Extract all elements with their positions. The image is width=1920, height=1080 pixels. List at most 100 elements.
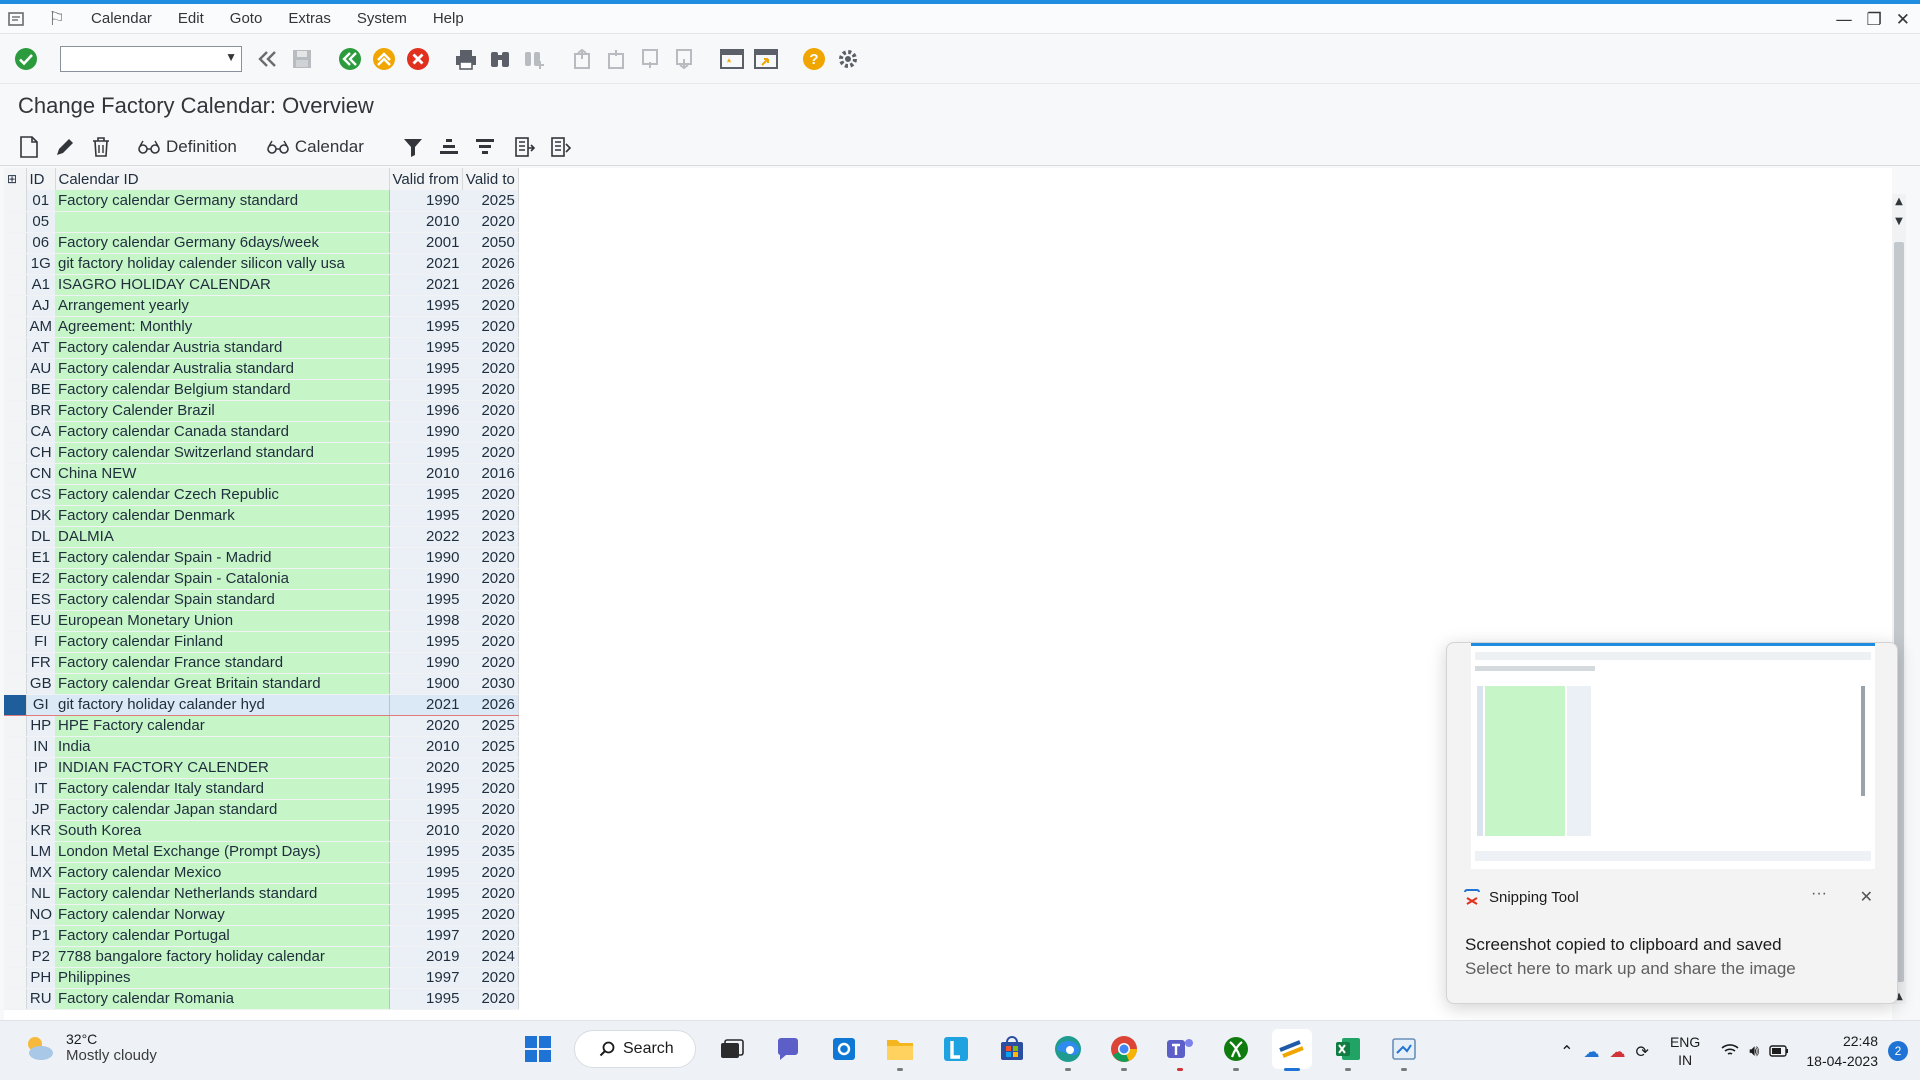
row-selector[interactable] — [4, 463, 27, 485]
table-row[interactable]: GI git factory holiday calander hyd 2021 20… — [4, 693, 519, 716]
table-row[interactable]: P1 Factory calendar Portugal 1997 2020 — [4, 925, 519, 947]
row-selector[interactable] — [4, 778, 27, 800]
cell-valid-from[interactable]: 1995 — [389, 316, 463, 338]
cell-calendar-name[interactable]: HPE Factory calendar — [55, 715, 390, 737]
cell-calendar-name[interactable]: Factory calendar Spain - Madrid — [55, 547, 390, 569]
cell-valid-to[interactable]: 2025 — [462, 190, 519, 212]
cell-calendar-name[interactable]: Factory calendar Netherlands standard — [55, 883, 390, 905]
table-row[interactable]: NL Factory calendar Netherlands standard 1… — [4, 883, 519, 905]
cell-valid-from[interactable]: 2019 — [389, 946, 463, 968]
row-selector[interactable] — [4, 232, 27, 254]
more-options-icon[interactable]: ··· — [1811, 885, 1827, 903]
row-selector[interactable] — [4, 337, 27, 359]
cell-valid-to[interactable]: 2020 — [462, 631, 519, 653]
table-row[interactable]: AJ Arrangement yearly 1995 2020 — [4, 295, 519, 317]
row-selector[interactable] — [4, 757, 27, 779]
row-selector[interactable] — [4, 484, 27, 506]
table-row[interactable]: EU European Monetary Union 1998 2020 — [4, 610, 519, 632]
layout-icon[interactable] — [548, 134, 574, 160]
row-selector[interactable] — [4, 862, 27, 884]
scroll-down-icon[interactable]: ▼ — [1892, 216, 1906, 227]
cell-valid-from[interactable]: 1995 — [389, 484, 463, 506]
cell-calendar-name[interactable]: Factory calendar Japan standard — [55, 799, 390, 821]
cell-valid-from[interactable]: 1990 — [389, 421, 463, 443]
table-row[interactable]: AU Factory calendar Australia standard 199… — [4, 358, 519, 380]
table-row[interactable]: RU Factory calendar Romania 1995 2020 — [4, 988, 519, 1010]
cell-calendar-name[interactable]: Factory calendar Australia standard — [55, 358, 390, 380]
cell-valid-from[interactable]: 2010 — [389, 463, 463, 485]
row-selector[interactable] — [4, 610, 27, 632]
print-icon[interactable] — [452, 45, 480, 73]
cell-valid-from[interactable]: 1996 — [389, 400, 463, 422]
cell-valid-to[interactable]: 2023 — [462, 526, 519, 548]
menu-extras[interactable]: Extras — [288, 10, 331, 27]
table-row[interactable]: IT Factory calendar Italy standard 1995 202… — [4, 778, 519, 800]
cell-valid-to[interactable]: 2025 — [462, 736, 519, 758]
cell-calendar-name[interactable]: Factory calendar Finland — [55, 631, 390, 653]
menu-goto[interactable]: Goto — [230, 10, 263, 27]
battery-icon[interactable] — [1769, 1042, 1789, 1061]
cell-valid-to[interactable]: 2020 — [462, 358, 519, 380]
cell-valid-to[interactable]: 2050 — [462, 232, 519, 254]
cell-valid-to[interactable]: 2020 — [462, 316, 519, 338]
cell-valid-to[interactable]: 2016 — [462, 463, 519, 485]
table-row[interactable]: 1G git factory holiday calender silicon v… — [4, 253, 519, 275]
cell-valid-from[interactable]: 1995 — [389, 442, 463, 464]
cell-valid-from[interactable]: 1995 — [389, 337, 463, 359]
row-selector[interactable] — [4, 379, 27, 401]
previous-page-icon[interactable] — [602, 45, 630, 73]
help-icon[interactable]: ? — [800, 45, 828, 73]
cell-calendar-name[interactable]: INDIAN FACTORY CALENDER — [55, 757, 390, 779]
table-row[interactable]: MX Factory calendar Mexico 1995 2020 — [4, 862, 519, 884]
row-selector[interactable] — [4, 295, 27, 317]
cell-calendar-name[interactable]: London Metal Exchange (Prompt Days) — [55, 841, 390, 863]
cell-calendar-name[interactable]: Factory calendar Romania — [55, 988, 390, 1010]
cell-id[interactable]: IP — [26, 757, 55, 779]
row-selector[interactable] — [4, 316, 27, 338]
table-row[interactable]: 01 Factory calendar Germany standard 1990 2… — [4, 190, 519, 212]
task-view-button[interactable] — [712, 1029, 752, 1069]
cell-calendar-name[interactable]: Philippines — [55, 967, 390, 989]
cell-calendar-name[interactable]: 7788 bangalore factory holiday calendar — [55, 946, 390, 968]
cell-valid-from[interactable]: 1995 — [389, 358, 463, 380]
col-header-valid-to[interactable]: Valid to — [462, 168, 519, 190]
cell-id[interactable]: HP — [26, 715, 55, 737]
cell-valid-from[interactable]: 2020 — [389, 715, 463, 737]
volume-icon[interactable]: 🔊︎ — [1749, 1041, 1759, 1061]
scroll-up-icon[interactable]: ▲ — [1892, 196, 1906, 207]
row-selector[interactable] — [4, 526, 27, 548]
cell-valid-to[interactable]: 2026 — [462, 693, 519, 716]
cell-valid-to[interactable]: 2035 — [462, 841, 519, 863]
cell-valid-to[interactable]: 2020 — [462, 211, 519, 233]
cell-valid-to[interactable]: 2020 — [462, 967, 519, 989]
exit-icon[interactable] — [370, 45, 398, 73]
table-row[interactable]: FR Factory calendar France standard 1990 20… — [4, 652, 519, 674]
cell-calendar-name[interactable]: Arrangement yearly — [55, 295, 390, 317]
command-field[interactable]: ▼ — [60, 45, 242, 72]
cell-valid-from[interactable]: 2010 — [389, 211, 463, 233]
minimize-icon[interactable]: — — [1836, 10, 1853, 30]
cell-id[interactable]: MX — [26, 862, 55, 884]
cell-id[interactable]: BR — [26, 400, 55, 422]
table-row[interactable]: CA Factory calendar Canada standard 1990 20… — [4, 421, 519, 443]
cell-valid-from[interactable]: 2020 — [389, 757, 463, 779]
cell-valid-from[interactable]: 1998 — [389, 610, 463, 632]
cell-valid-to[interactable]: 2020 — [462, 862, 519, 884]
wifi-icon[interactable] — [1721, 1042, 1739, 1061]
row-selector[interactable] — [4, 673, 27, 695]
row-selector[interactable] — [4, 253, 27, 275]
table-row[interactable]: E2 Factory calendar Spain - Catalonia 1990… — [4, 568, 519, 590]
settings-gear-icon[interactable] — [834, 45, 862, 73]
row-selector[interactable] — [4, 547, 27, 569]
collapse-double-left-icon[interactable] — [254, 45, 282, 73]
cell-id[interactable]: AT — [26, 337, 55, 359]
sap-gui-app[interactable] — [1272, 1029, 1312, 1071]
cell-id[interactable]: DK — [26, 505, 55, 527]
cell-valid-to[interactable]: 2026 — [462, 274, 519, 296]
cell-id[interactable]: JP — [26, 799, 55, 821]
cell-calendar-name[interactable]: Factory calendar Germany standard — [55, 190, 390, 212]
table-row[interactable]: IN India 2010 2025 — [4, 736, 519, 758]
row-selector[interactable] — [4, 693, 27, 716]
table-row[interactable]: PH Philippines 1997 2020 — [4, 967, 519, 989]
cell-valid-to[interactable]: 2020 — [462, 337, 519, 359]
